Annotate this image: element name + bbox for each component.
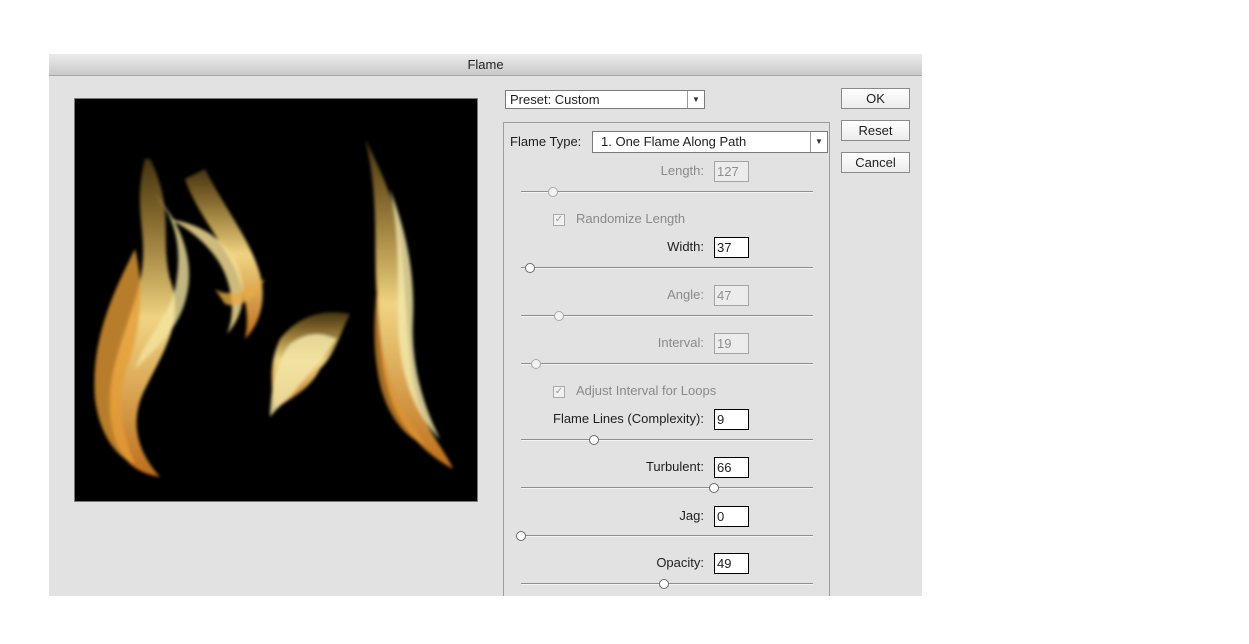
jag-input[interactable]: 0 [714, 506, 749, 527]
angle-input[interactable]: 47 [714, 285, 749, 306]
jag-slider-thumb[interactable] [516, 531, 526, 541]
flame-preview-image [94, 139, 453, 477]
complexity-label: Flame Lines (Complexity): [553, 411, 704, 426]
length-input[interactable]: 127 [714, 161, 749, 182]
randomize-length-checkbox[interactable]: ✓ [553, 214, 565, 226]
dialog-title: Flame [49, 54, 922, 76]
interval-slider[interactable] [521, 363, 813, 365]
angle-label: Angle: [667, 287, 704, 302]
width-input[interactable]: 37 [714, 237, 749, 258]
width-slider-thumb[interactable] [524, 263, 535, 273]
width-label: Width: [667, 239, 704, 254]
opacity-input[interactable]: 49 [714, 553, 749, 574]
flame-preview [74, 98, 478, 502]
flame-settings-panel: Flame Type: 1. One Flame Along Path ▼ Le… [503, 122, 830, 596]
preset-value: Preset: Custom [510, 92, 600, 107]
length-slider-thumb[interactable] [548, 187, 559, 197]
chevron-down-icon: ▼ [687, 91, 704, 108]
complexity-slider[interactable] [521, 439, 813, 441]
adjust-interval-label: Adjust Interval for Loops [576, 383, 717, 398]
turbulent-input[interactable]: 66 [714, 457, 749, 478]
flame-type-select[interactable]: 1. One Flame Along Path ▼ [592, 131, 828, 153]
flame-type-label: Flame Type: [510, 134, 582, 149]
interval-slider-thumb[interactable] [530, 359, 541, 369]
complexity-input[interactable]: 9 [714, 409, 749, 430]
turbulent-label: Turbulent: [645, 459, 704, 474]
interval-label: Interval: [657, 335, 704, 350]
turbulent-slider-thumb[interactable] [708, 483, 719, 493]
ok-button[interactable]: OK [841, 88, 910, 109]
preset-select[interactable]: Preset: Custom ▼ [505, 90, 705, 109]
flame-type-value: 1. One Flame Along Path [601, 134, 747, 149]
opacity-label: Opacity: [656, 555, 704, 570]
chevron-down-icon: ▼ [810, 132, 827, 152]
reset-button[interactable]: Reset [841, 120, 910, 141]
length-label: Length: [660, 163, 704, 178]
flame-dialog: Flame Preset: Custom ▼ OK Reset Cancel F… [49, 54, 922, 596]
turbulent-slider[interactable] [521, 487, 813, 489]
interval-input[interactable]: 19 [714, 333, 749, 354]
angle-slider[interactable] [521, 315, 813, 317]
complexity-slider-thumb[interactable] [589, 435, 599, 445]
jag-label: Jag: [679, 508, 704, 523]
opacity-slider-thumb[interactable] [659, 579, 670, 589]
angle-slider-thumb[interactable] [553, 311, 564, 321]
cancel-button[interactable]: Cancel [841, 152, 910, 173]
adjust-interval-checkbox[interactable]: ✓ [553, 386, 565, 398]
randomize-length-label: Randomize Length [576, 211, 686, 226]
jag-slider[interactable] [521, 535, 813, 537]
width-slider[interactable] [521, 267, 813, 269]
length-slider[interactable] [521, 191, 813, 193]
